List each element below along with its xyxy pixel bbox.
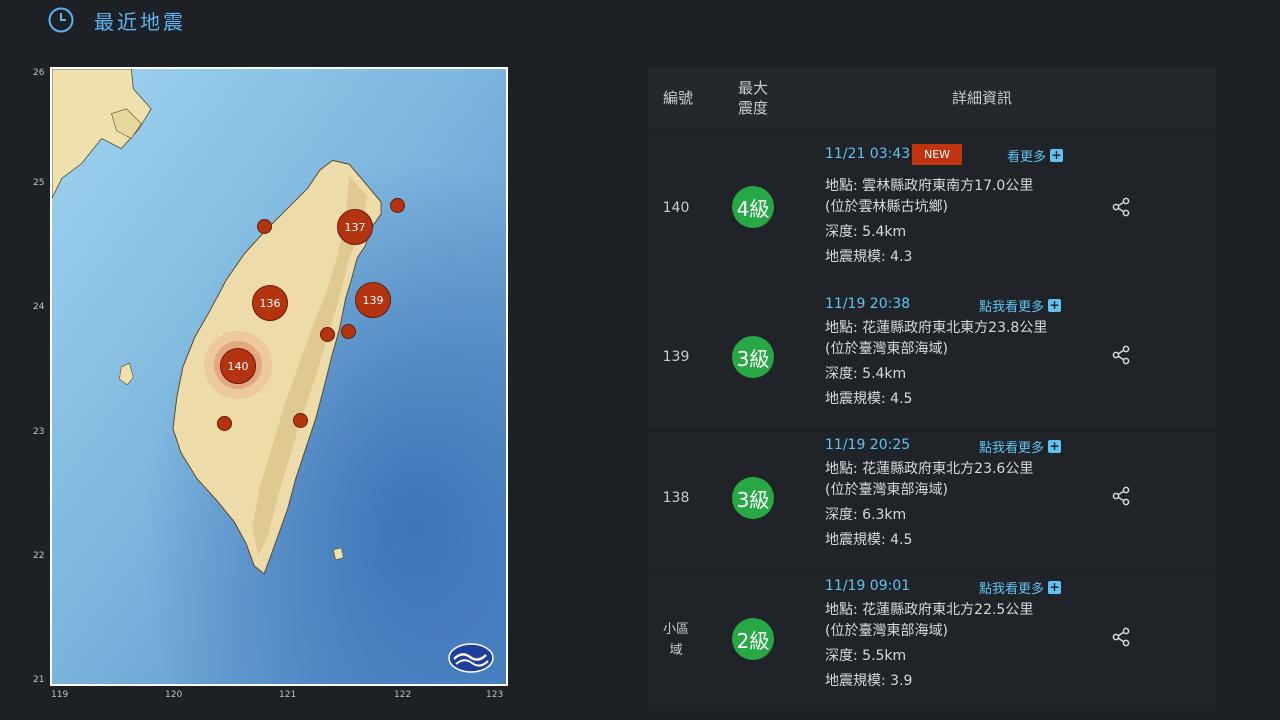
quake-magnitude: 地震規模: 4.5 [825, 391, 913, 407]
plus-icon: + [1048, 439, 1062, 453]
quake-marker-139[interactable]: 139 [355, 282, 391, 318]
col-intensity-line1: 最大 [737, 78, 768, 97]
quake-magnitude: 地震規模: 4.3 [825, 249, 913, 265]
share-icon[interactable] [1111, 197, 1131, 217]
clock-icon [48, 7, 74, 33]
quake-marker[interactable] [390, 198, 405, 213]
quake-location: 地點: 雲林縣政府東南方17.0公里 [825, 178, 1034, 194]
map-x-tick: 121 [279, 690, 297, 700]
map-x-tick: 120 [165, 690, 183, 700]
col-id-header: 編號 [662, 89, 693, 107]
share-icon[interactable] [1111, 627, 1131, 647]
see-more-link[interactable]: 看更多 + [1007, 146, 1064, 165]
see-more-label: 點我看更多 [979, 441, 1045, 456]
quake-depth: 深度: 5.5km [825, 648, 907, 664]
new-badge: NEW [912, 144, 962, 165]
quake-id: 小區 域 [648, 619, 704, 661]
quake-marker-140[interactable]: 140 [220, 348, 256, 384]
table-row[interactable]: 139 3級 11/19 20:38 點我看更多 + 地點: 花蓮縣政府東北東方2… [648, 289, 1216, 428]
share-icon[interactable] [1111, 345, 1131, 365]
earthquake-map[interactable]: 137 136 139 140 [50, 67, 508, 686]
quake-time: 11/19 09:01 [825, 578, 911, 594]
col-detail-header: 詳細資訊 [951, 89, 1012, 107]
quake-depth: 深度: 6.3km [825, 507, 907, 523]
plus-icon: + [1048, 298, 1062, 312]
map-x-tick: 119 [51, 690, 69, 700]
intensity-badge: 4級 [732, 186, 774, 228]
map-terrain [52, 69, 506, 684]
quake-depth: 深度: 5.4km [825, 224, 907, 240]
see-more-label: 點我看更多 [979, 300, 1045, 315]
map-y-tick: 22 [33, 551, 45, 561]
map-x-tick: 123 [486, 690, 504, 700]
quake-marker-137[interactable]: 137 [337, 209, 373, 245]
see-more-link[interactable]: 點我看更多 + [979, 296, 1062, 315]
quake-marker[interactable] [341, 324, 356, 339]
see-more-link[interactable]: 點我看更多 + [979, 578, 1062, 597]
see-more-link[interactable]: 點我看更多 + [979, 437, 1062, 456]
quake-id-line1: 小區 [662, 622, 689, 637]
map-y-tick: 24 [33, 302, 45, 312]
map-x-tick: 122 [394, 690, 412, 700]
col-intensity-line2: 震度 [737, 98, 768, 117]
quake-marker[interactable] [217, 416, 232, 431]
section-header: 最近地震 [48, 4, 186, 36]
map-y-tick: 25 [33, 178, 45, 188]
col-intensity-header: 最大 震度 [708, 78, 798, 118]
quake-id-line2: 域 [669, 643, 683, 658]
quake-time: 11/19 20:25 [825, 437, 911, 453]
quake-time: 11/19 20:38 [825, 296, 911, 312]
quake-location-note: (位於臺灣東部海域) [825, 623, 948, 639]
table-row[interactable]: 小區 域 2級 11/19 09:01 點我看更多 + 地點: 花蓮縣政府東北方2… [648, 571, 1216, 710]
quake-id: 140 [662, 200, 690, 216]
quake-id: 138 [662, 490, 690, 506]
quake-id: 139 [662, 349, 690, 365]
cwb-logo-icon [448, 643, 494, 673]
quake-magnitude: 地震規模: 3.9 [825, 673, 913, 689]
quake-location-note: (位於雲林縣古坑鄉) [825, 199, 948, 215]
quake-magnitude: 地震規模: 4.5 [825, 532, 913, 548]
quake-marker[interactable] [320, 327, 335, 342]
intensity-badge: 3級 [732, 477, 774, 519]
quake-depth: 深度: 5.4km [825, 366, 907, 382]
quake-location: 地點: 花蓮縣政府東北東方23.8公里 [825, 320, 1048, 336]
table-row[interactable]: 138 3級 11/19 20:25 點我看更多 + 地點: 花蓮縣政府東北方23… [648, 430, 1216, 569]
map-y-tick: 23 [33, 427, 45, 437]
quake-marker[interactable] [293, 413, 308, 428]
map-frame[interactable] [50, 67, 508, 686]
see-more-label: 看更多 [1007, 150, 1047, 165]
quake-marker[interactable] [257, 219, 272, 234]
section-title: 最近地震 [94, 9, 186, 34]
intensity-badge: 2級 [732, 618, 774, 660]
share-icon[interactable] [1111, 486, 1131, 506]
quake-location: 地點: 花蓮縣政府東北方23.6公里 [825, 461, 1034, 477]
quake-time: 11/21 03:43 [825, 146, 911, 162]
quake-location-note: (位於臺灣東部海域) [825, 341, 948, 357]
intensity-badge: 3級 [732, 336, 774, 378]
plus-icon: + [1050, 148, 1064, 162]
map-y-tick: 26 [33, 68, 45, 78]
table-header: 編號 最大 震度 詳細資訊 [648, 67, 1216, 128]
map-y-tick: 21 [33, 675, 45, 685]
quake-marker-136[interactable]: 136 [252, 285, 288, 321]
table-row[interactable]: 140 4級 11/21 03:43 NEW 看更多 + 地點: 雲林縣政府東南方… [648, 130, 1216, 287]
quake-location: 地點: 花蓮縣政府東北方22.5公里 [825, 602, 1034, 618]
see-more-label: 點我看更多 [979, 582, 1045, 597]
earthquake-table: 編號 最大 震度 詳細資訊 140 4級 11/21 03:43 NEW 看更多… [648, 67, 1216, 710]
quake-location-note: (位於臺灣東部海域) [825, 482, 948, 498]
plus-icon: + [1048, 580, 1062, 594]
